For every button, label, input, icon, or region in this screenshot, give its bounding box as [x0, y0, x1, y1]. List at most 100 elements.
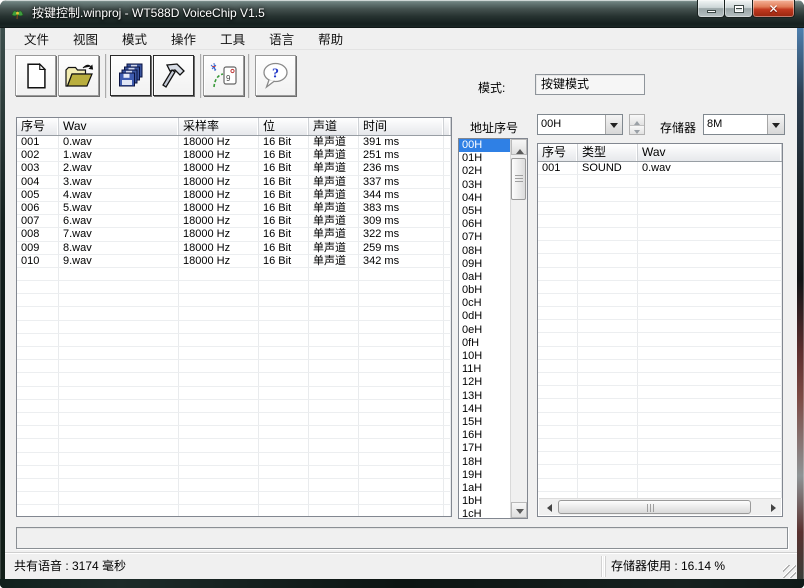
menu-item-5[interactable]: 语言	[259, 28, 304, 51]
total-voice-status: 共有语音 : 3174 毫秒	[8, 556, 602, 577]
address-list-item[interactable]: 17H	[459, 442, 510, 455]
chevron-down-icon[interactable]	[767, 115, 784, 134]
wav-table-row[interactable]: 0109.wav18000 Hz16 Bit单声道342 ms	[17, 255, 451, 268]
address-list-item[interactable]: 0bH	[459, 284, 510, 297]
address-list-item[interactable]: 09H	[459, 258, 510, 271]
voice-table-row	[538, 426, 782, 439]
cell: 251 ms	[359, 149, 444, 162]
address-list-scrollbar[interactable]	[510, 139, 527, 518]
address-list-item[interactable]: 15H	[459, 416, 510, 429]
address-list-item[interactable]: 18H	[459, 456, 510, 469]
address-list-item[interactable]: 0eH	[459, 324, 510, 337]
column-header[interactable]: 时间	[359, 118, 444, 135]
wav-table-row[interactable]: 0087.wav18000 Hz16 Bit单声道322 ms	[17, 228, 451, 241]
column-header[interactable]: 采样率	[179, 118, 259, 135]
column-header[interactable]: 位	[259, 118, 309, 135]
scroll-down-icon[interactable]	[511, 502, 527, 518]
address-list-item[interactable]: 0fH	[459, 337, 510, 350]
wav-table-row	[17, 426, 451, 439]
wav-table-row[interactable]: 0032.wav18000 Hz16 Bit单声道236 ms	[17, 162, 451, 175]
address-combobox[interactable]: 00H	[537, 114, 623, 135]
wav-table-row[interactable]: 0021.wav18000 Hz16 Bit单声道251 ms	[17, 149, 451, 162]
column-header[interactable]: 序号	[17, 118, 59, 135]
title-bar[interactable]: 按键控制.winproj - WT588D VoiceChip V1.5 ✕	[0, 0, 804, 28]
address-list-item[interactable]: 13H	[459, 390, 510, 403]
cell	[309, 268, 359, 281]
cell	[17, 294, 59, 307]
wav-table-row[interactable]: 0076.wav18000 Hz16 Bit单声道309 ms	[17, 215, 451, 228]
address-list-item[interactable]: 1bH	[459, 495, 510, 508]
wav-table-row[interactable]: 0010.wav18000 Hz16 Bit单声道391 ms	[17, 136, 451, 149]
new-project-button[interactable]	[15, 55, 56, 96]
wav-table-row[interactable]: 0043.wav18000 Hz16 Bit单声道337 ms	[17, 176, 451, 189]
wav-table-row[interactable]: 0098.wav18000 Hz16 Bit单声道259 ms	[17, 242, 451, 255]
cell: 8.wav	[59, 242, 179, 255]
address-list-item[interactable]: 00H	[459, 139, 510, 152]
address-spinner[interactable]	[629, 114, 645, 135]
memory-combobox[interactable]: 8M	[703, 114, 785, 135]
voice-table-row[interactable]: 001SOUND0.wav	[538, 162, 782, 175]
cell	[17, 334, 59, 347]
voice-table-hscrollbar[interactable]	[539, 498, 781, 515]
resize-grip[interactable]	[783, 565, 796, 578]
help-button[interactable]: ?	[255, 55, 296, 96]
address-list-item[interactable]: 02H	[459, 165, 510, 178]
column-header[interactable]: 序号	[538, 144, 578, 161]
maximize-button[interactable]	[724, 0, 753, 18]
address-list-item[interactable]: 04H	[459, 192, 510, 205]
wav-table-row[interactable]: 0065.wav18000 Hz16 Bit单声道383 ms	[17, 202, 451, 215]
close-button[interactable]: ✕	[752, 0, 795, 18]
menu-item-6[interactable]: 帮助	[308, 28, 353, 51]
menu-item-0[interactable]: 文件	[14, 28, 59, 51]
address-list-item[interactable]: 06H	[459, 218, 510, 231]
cell	[638, 294, 782, 307]
cell: 单声道	[309, 255, 359, 268]
address-list-item[interactable]: 0aH	[459, 271, 510, 284]
column-header[interactable]: 声道	[309, 118, 359, 135]
spinner-up-icon[interactable]	[630, 115, 644, 125]
scroll-left-icon[interactable]	[539, 499, 555, 515]
address-list-item[interactable]: 1aH	[459, 482, 510, 495]
scroll-right-icon[interactable]	[765, 499, 781, 515]
cell: 006	[17, 202, 59, 215]
address-list-item[interactable]: 16H	[459, 429, 510, 442]
wav-table-row[interactable]: 0054.wav18000 Hz16 Bit单声道344 ms	[17, 189, 451, 202]
address-listbox[interactable]: 00H01H02H03H04H05H06H07H08H09H0aH0bH0cH0…	[458, 138, 528, 519]
address-list-item[interactable]: 1cH	[459, 508, 510, 518]
scroll-up-icon[interactable]	[511, 139, 527, 155]
compile-button[interactable]	[110, 55, 151, 96]
address-list-item[interactable]: 0cH	[459, 297, 510, 310]
address-list-item[interactable]: 03H	[459, 179, 510, 192]
cell	[309, 426, 359, 439]
build-button[interactable]	[153, 55, 194, 96]
address-list-item[interactable]: 05H	[459, 205, 510, 218]
open-project-button[interactable]	[58, 55, 99, 96]
address-list-item[interactable]: 19H	[459, 469, 510, 482]
address-list-item[interactable]: 08H	[459, 245, 510, 258]
address-list-item[interactable]: 01H	[459, 152, 510, 165]
spinner-down-icon[interactable]	[630, 125, 644, 135]
address-list-item[interactable]: 07H	[459, 231, 510, 244]
address-list-item[interactable]: 10H	[459, 350, 510, 363]
chevron-down-icon[interactable]	[605, 115, 622, 134]
cell	[259, 439, 309, 452]
address-list-item[interactable]: 0dH	[459, 310, 510, 323]
menu-item-2[interactable]: 模式	[112, 28, 157, 51]
column-header[interactable]: 类型	[578, 144, 638, 161]
scrollbar-thumb[interactable]	[558, 500, 751, 514]
minimize-button[interactable]	[697, 0, 725, 18]
column-header[interactable]: Wav	[59, 118, 179, 135]
address-list-item[interactable]: 11H	[459, 363, 510, 376]
address-list-item[interactable]: 12H	[459, 376, 510, 389]
column-header[interactable]: Wav	[638, 144, 782, 161]
download-chip-button[interactable]: 9	[203, 55, 244, 96]
address-list-item[interactable]: 14H	[459, 403, 510, 416]
cell	[538, 413, 578, 426]
cell	[538, 360, 578, 373]
cell: 008	[17, 228, 59, 241]
menu-item-4[interactable]: 工具	[210, 28, 255, 51]
scrollbar-thumb[interactable]	[511, 158, 526, 200]
menu-item-3[interactable]: 操作	[161, 28, 206, 51]
menu-item-1[interactable]: 视图	[63, 28, 108, 51]
voice-table-row	[538, 215, 782, 228]
